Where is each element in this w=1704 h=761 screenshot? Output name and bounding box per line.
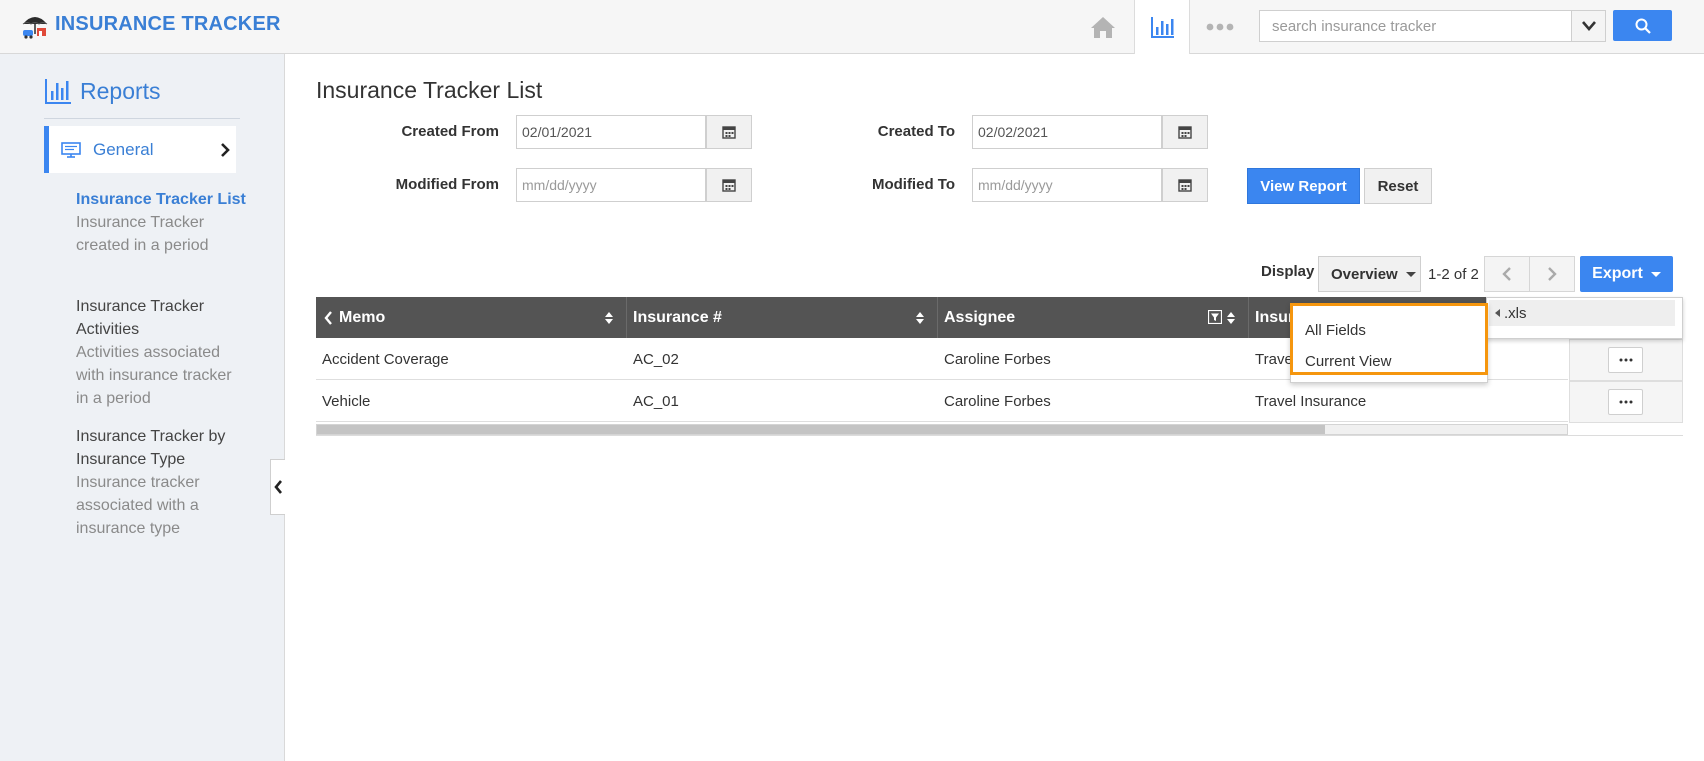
app-title: INSURANCE TRACKER [55,13,281,35]
column-header-insurance-number[interactable]: Insurance # [627,297,938,338]
pagination-info: 1-2 of 2 [1428,266,1479,283]
collapse-sidebar-button[interactable] [270,459,285,515]
more-icon [1619,400,1632,404]
modified-to-calendar-button[interactable] [1162,168,1208,202]
search-button[interactable] [1613,10,1672,41]
cell-insurance-number: AC_02 [633,351,679,368]
search-dropdown-button[interactable] [1571,10,1606,42]
table-row[interactable]: Vehicle AC_01 Caroline Forbes Travel Ins… [316,381,1568,422]
reset-button[interactable]: Reset [1364,168,1432,204]
link-description: Insurance Tracker created in a period [76,214,209,254]
highlight-box [1290,303,1488,375]
column-header-memo[interactable]: Memo [316,297,627,338]
monitor-icon [61,141,81,158]
caret-down-icon [1405,271,1416,277]
divider [316,435,1683,436]
reports-heading: Reports [44,78,161,105]
display-dropdown[interactable]: Overview [1318,256,1421,292]
scrollbar-thumb[interactable] [317,425,1325,434]
chevron-left-icon [1502,267,1511,281]
sort-icon[interactable] [604,311,614,325]
display-label: Display [1261,263,1315,280]
cell-assignee: Caroline Forbes [944,393,1051,410]
cell-assignee: Caroline Forbes [944,351,1051,368]
caret-down-icon [1650,271,1661,277]
row-actions-button[interactable] [1608,389,1643,415]
modified-from-input[interactable] [516,168,706,202]
export-format-label: .xls [1504,304,1527,322]
created-to-input[interactable] [972,115,1162,149]
calendar-icon [722,126,736,139]
sort-icon[interactable] [1226,311,1236,325]
chevron-right-icon [221,143,230,157]
link-description: Insurance tracker associated with a insu… [76,474,200,537]
cell-memo: Accident Coverage [322,351,449,368]
divider [44,118,240,119]
cell-insurance-type: Travel Insurance [1255,393,1367,410]
display-dropdown-value: Overview [1331,265,1398,283]
cell-insurance-number: AC_01 [633,393,679,410]
previous-page-button[interactable] [1484,256,1530,292]
chevron-left-icon[interactable] [324,310,333,325]
chevron-down-icon [1581,21,1596,31]
calendar-icon [1178,126,1192,139]
more-icon [1206,23,1234,30]
sidebar-link-insurance-tracker-activities[interactable]: Insurance Tracker Activities Activities … [76,295,246,410]
row-actions-cell [1569,381,1683,423]
reports-nav-button[interactable] [1134,0,1190,54]
link-title: Insurance Tracker Activities [76,298,205,338]
export-format-xls[interactable]: .xls [1489,300,1675,326]
export-button[interactable]: Export [1580,256,1673,292]
link-description: Activities associated with insurance tra… [76,344,232,407]
created-to-calendar-button[interactable] [1162,115,1208,149]
cell-memo: Vehicle [322,393,371,410]
chevron-right-icon [1548,267,1557,281]
bar-chart-icon [1151,17,1174,38]
next-page-button[interactable] [1529,256,1575,292]
sidebar-item-label: General [93,139,154,159]
column-header-label: Memo [339,308,386,326]
sidebar-link-insurance-tracker-by-type[interactable]: Insurance Tracker by Insurance Type Insu… [76,425,246,540]
column-header-label: Insurance # [633,308,722,326]
caret-left-icon [1495,309,1500,317]
modified-from-calendar-button[interactable] [706,168,752,202]
chevron-left-icon [273,480,282,494]
sidebar-link-insurance-tracker-list[interactable]: Insurance Tracker List Insurance Tracker… [76,188,246,257]
sidebar: Reports General Insurance Tracker List I… [0,54,285,761]
modified-to-input[interactable] [972,168,1162,202]
top-bar: INSURANCE TRACKER [0,0,1704,54]
created-from-input[interactable] [516,115,706,149]
modified-from-label: Modified From [395,176,499,193]
reports-title: Reports [80,78,161,104]
export-menu: .xls All Fields Current View [1288,297,1683,383]
search-input[interactable] [1259,10,1572,42]
horizontal-scrollbar[interactable] [316,424,1568,435]
created-to-label: Created To [877,123,955,140]
view-report-button[interactable]: View Report [1247,168,1360,204]
modified-to-label: Modified To [871,176,955,193]
umbrella-logo-icon [22,17,48,39]
home-icon [1091,16,1115,38]
calendar-icon [1178,179,1192,192]
column-header-label: Assignee [944,308,1016,326]
link-title: Insurance Tracker List [76,191,246,208]
link-title: Insurance Tracker by Insurance Type [76,428,226,468]
home-nav-button[interactable] [1075,0,1131,53]
sort-icon[interactable] [915,311,925,325]
created-from-calendar-button[interactable] [706,115,752,149]
bar-chart-icon [45,79,71,104]
created-from-label: Created From [401,123,499,140]
search-icon [1635,18,1651,34]
column-header-assignee[interactable]: Assignee [938,297,1249,338]
sidebar-item-general[interactable]: General [44,126,236,173]
page-title: Insurance Tracker List [316,77,543,103]
export-format-menu: .xls [1486,297,1683,339]
calendar-icon [722,179,736,192]
export-label: Export [1592,265,1643,282]
filter-icon[interactable] [1208,310,1222,324]
more-nav-button[interactable] [1192,0,1248,53]
